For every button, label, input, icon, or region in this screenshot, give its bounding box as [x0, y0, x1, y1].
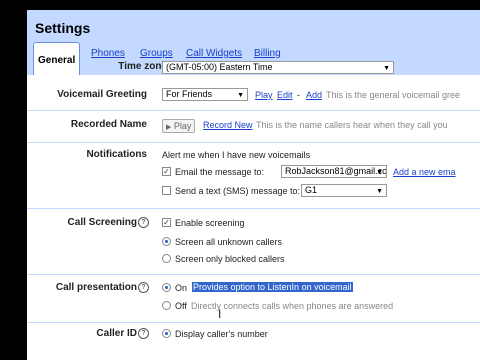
recorded-name-label: Recorded Name [70, 119, 147, 130]
presentation-on-label: On [175, 283, 188, 293]
caller-id-label: Caller ID [96, 328, 137, 339]
help-icon[interactable]: ? [138, 328, 149, 339]
link-separator: - [297, 90, 300, 100]
chevron-down-icon: ▼ [376, 188, 383, 195]
time-zone-value: (GMT-05:00) Eastern Time [166, 62, 273, 72]
email-select[interactable]: RobJackson81@gmail.com ▼ [281, 165, 387, 178]
enable-screening-checkbox[interactable]: ✓ [162, 218, 171, 227]
recorded-name-hint: This is the name callers hear when they … [256, 120, 448, 130]
voicemail-greeting-select[interactable]: For Friends ▼ [162, 88, 248, 101]
presentation-off-radio[interactable] [162, 301, 171, 310]
tab-general-label: General [38, 55, 76, 66]
text-cursor-icon: I [218, 307, 222, 321]
sms-value: G1 [305, 185, 318, 195]
notifications-intro: Alert me when I have new voicemails [162, 150, 311, 160]
chevron-down-icon: ▼ [237, 92, 244, 99]
call-presentation-label: Call presentation [55, 282, 137, 293]
add-email-link[interactable]: Add a new ema [393, 167, 456, 177]
divider [27, 322, 480, 323]
tab-call-widgets[interactable]: Call Widgets [186, 48, 242, 59]
time-zone-select[interactable]: (GMT-05:00) Eastern Time ▼ [162, 61, 394, 74]
play-greeting-link[interactable]: Play [255, 90, 273, 100]
presentation-off-label: Off [175, 301, 187, 311]
tab-groups[interactable]: Groups [140, 48, 173, 59]
check-icon: ✓ [163, 167, 170, 176]
caller-id-option: Display caller's number [175, 329, 268, 339]
settings-header: Settings [27, 10, 480, 38]
email-value: RobJackson81@gmail.com [285, 166, 387, 176]
settings-window: Settings General Phones Groups Call Widg… [27, 10, 480, 360]
sms-checkbox[interactable] [162, 186, 171, 195]
play-icon: ▶ [166, 124, 172, 131]
chevron-down-icon: ▼ [383, 65, 390, 72]
divider [27, 274, 480, 275]
chevron-down-icon: ▼ [376, 169, 383, 176]
email-label: Email the message to: [175, 167, 265, 177]
help-icon[interactable]: ? [138, 282, 149, 293]
divider [27, 208, 480, 209]
tab-phones[interactable]: Phones [91, 48, 125, 59]
edit-greeting-link[interactable]: Edit [277, 90, 293, 100]
sms-label: Send a text (SMS) message to: [175, 186, 301, 196]
divider [27, 110, 480, 111]
call-screening-label: Call Screening [67, 217, 137, 228]
divider [27, 142, 480, 143]
screen-all-label: Screen all unknown callers [175, 237, 283, 247]
sms-select[interactable]: G1 ▼ [301, 184, 387, 197]
tab-billing[interactable]: Billing [254, 48, 281, 59]
page-title: Settings [35, 20, 91, 36]
add-greeting-link[interactable]: Add [306, 90, 322, 100]
voicemail-greeting-value: For Friends [166, 89, 213, 99]
enable-screening-label: Enable screening [175, 218, 245, 228]
screen-all-radio[interactable] [162, 237, 171, 246]
check-icon: ✓ [163, 218, 170, 227]
tab-general-active[interactable]: General [33, 42, 80, 75]
record-new-link[interactable]: Record New [203, 120, 253, 130]
help-icon[interactable]: ? [138, 217, 149, 228]
caller-id-radio[interactable] [162, 329, 171, 338]
time-zone-label: Time zone [118, 61, 167, 72]
screen-blocked-radio[interactable] [162, 254, 171, 263]
voicemail-greeting-label: Voicemail Greeting [57, 89, 147, 100]
divider [27, 74, 480, 75]
email-checkbox[interactable]: ✓ [162, 167, 171, 176]
voicemail-greeting-hint: This is the general voicemail gree [326, 90, 461, 100]
play-name-button[interactable]: ▶ Play [162, 119, 196, 133]
presentation-on-description: Provides option to ListenIn on voicemail [192, 282, 353, 292]
presentation-on-radio[interactable] [162, 283, 171, 292]
notifications-label: Notifications [86, 149, 147, 160]
screen-blocked-label: Screen only blocked callers [175, 254, 285, 264]
play-name-label: Play [173, 121, 192, 131]
